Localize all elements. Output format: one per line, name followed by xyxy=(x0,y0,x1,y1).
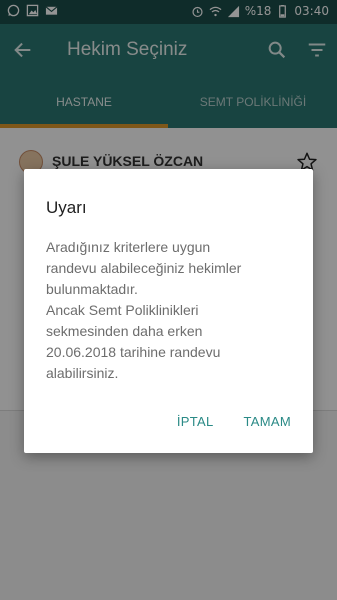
message-line: 20.06.2018 tarihine randevu xyxy=(46,344,221,360)
message-line: randevu alabileceğiniz hekimler xyxy=(46,260,242,276)
ok-button[interactable]: TAMAM xyxy=(244,414,291,429)
alert-dialog: Uyarı Aradığınız kriterlere uygun randev… xyxy=(24,169,313,453)
message-line: sekmesinden daha erken xyxy=(46,323,203,339)
message-line: bulunmaktadır. xyxy=(46,281,138,297)
dialog-message: Aradığınız kriterlere uygun randevu alab… xyxy=(46,237,296,384)
message-line: alabilirsiniz. xyxy=(46,365,119,381)
cancel-button[interactable]: İPTAL xyxy=(177,414,214,429)
dialog-actions: İPTAL TAMAM xyxy=(177,414,291,429)
dialog-title: Uyarı xyxy=(46,198,87,217)
message-line: Ancak Semt Poliklinikleri xyxy=(46,302,199,318)
message-line: Aradığınız kriterlere uygun xyxy=(46,239,211,255)
